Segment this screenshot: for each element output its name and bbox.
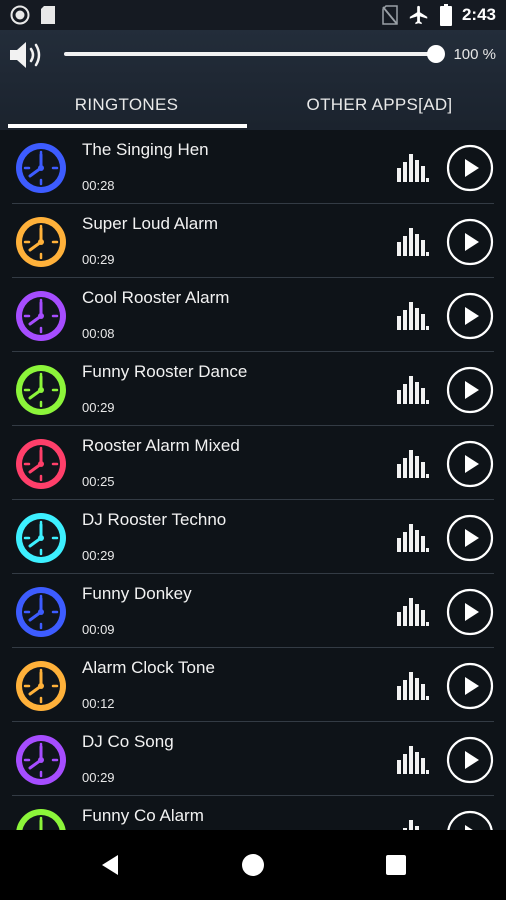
navigation-bar [0,830,506,900]
ringtone-duration: 00:25 [82,474,115,489]
ringtone-title: Funny Rooster Dance [82,362,248,381]
ringtone-row[interactable]: Funny Co Alarm [0,796,506,830]
volume-slider-thumb[interactable] [427,45,445,63]
play-button-icon[interactable] [446,588,494,636]
equalizer-icon[interactable] [395,524,429,552]
tab-other-apps[interactable]: OTHER APPS[AD] [253,82,506,128]
status-time: 2:43 [461,5,496,24]
volume-percent: 100 % [453,46,496,63]
ringtone-title: Alarm Clock Tone [82,658,215,677]
battery-icon [439,4,452,26]
record-icon [10,5,30,25]
recents-icon[interactable] [381,850,411,880]
alarm-clock-icon [16,513,66,563]
alarm-clock-icon [16,143,66,193]
ringtone-title: Funny Donkey [82,584,192,603]
speaker-volume-icon[interactable] [8,40,46,70]
ringtone-title: Super Loud Alarm [82,214,219,233]
play-button-icon[interactable] [446,144,494,192]
play-button-icon[interactable] [446,736,494,784]
equalizer-icon[interactable] [395,820,429,830]
airplane-mode-icon [409,5,428,25]
ringtone-duration: 00:28 [82,178,115,193]
ringtone-row[interactable]: DJ Co Song 00:29 [0,722,506,796]
equalizer-icon[interactable] [395,598,429,626]
ringtone-duration: 00:29 [82,770,115,785]
ringtone-title: Rooster Alarm Mixed [82,436,240,455]
alarm-clock-icon [16,809,66,830]
ringtone-row[interactable]: DJ Rooster Techno 00:29 [0,500,506,574]
ringtone-title: Funny Co Alarm [82,806,204,825]
ringtone-row[interactable]: Rooster Alarm Mixed 00:25 [0,426,506,500]
no-sim-icon [382,5,398,25]
alarm-clock-icon [16,587,66,637]
ringtone-row[interactable]: Cool Rooster Alarm 00:08 [0,278,506,352]
tab-bar: RINGTONES OTHER APPS[AD] [0,82,506,128]
back-icon[interactable] [96,850,126,880]
equalizer-icon[interactable] [395,376,429,404]
equalizer-icon[interactable] [395,228,429,256]
equalizer-icon[interactable] [395,302,429,330]
equalizer-icon[interactable] [395,450,429,478]
sd-card-icon [41,6,55,24]
tab-ringtones[interactable]: RINGTONES [0,82,253,128]
ringtone-duration: 00:29 [82,548,115,563]
ringtone-row[interactable]: Funny Donkey 00:09 [0,574,506,648]
ringtone-title: DJ Rooster Techno [82,510,227,529]
play-button-icon[interactable] [446,292,494,340]
equalizer-icon[interactable] [395,746,429,774]
alarm-clock-icon [16,735,66,785]
alarm-clock-icon [16,291,66,341]
ringtone-duration: 00:08 [82,326,115,341]
ringtone-title: The Singing Hen [82,140,209,159]
status-bar: 2:43 [0,0,506,30]
ringtone-row[interactable]: Funny Rooster Dance 00:29 [0,352,506,426]
ringtone-row[interactable]: Super Loud Alarm 00:29 [0,204,506,278]
equalizer-icon[interactable] [395,154,429,182]
ringtone-list: The Singing Hen 00:28 Super Loud Alarm 00:2… [0,130,506,830]
volume-control: 100 % [0,30,506,80]
ringtone-title: DJ Co Song [82,732,174,751]
play-button-icon[interactable] [446,218,494,266]
home-icon[interactable] [238,850,268,880]
play-button-icon[interactable] [446,366,494,414]
ringtone-row[interactable]: Alarm Clock Tone 00:12 [0,648,506,722]
play-button-icon[interactable] [446,662,494,710]
ringtone-duration: 00:29 [82,252,115,267]
play-button-icon[interactable] [446,514,494,562]
alarm-clock-icon [16,439,66,489]
play-button-icon[interactable] [446,810,494,830]
ringtone-duration: 00:12 [82,696,115,711]
ringtone-duration: 00:29 [82,400,115,415]
play-button-icon[interactable] [446,440,494,488]
app-content: 100 % RINGTONES OTHER APPS[AD] The Singi… [0,30,506,830]
equalizer-icon[interactable] [395,672,429,700]
volume-slider-track[interactable] [64,52,436,56]
alarm-clock-icon [16,217,66,267]
ringtone-duration: 00:09 [82,622,115,637]
alarm-clock-icon [16,365,66,415]
ringtone-row[interactable]: The Singing Hen 00:28 [0,130,506,204]
alarm-clock-icon [16,661,66,711]
ringtone-title: Cool Rooster Alarm [82,288,230,307]
